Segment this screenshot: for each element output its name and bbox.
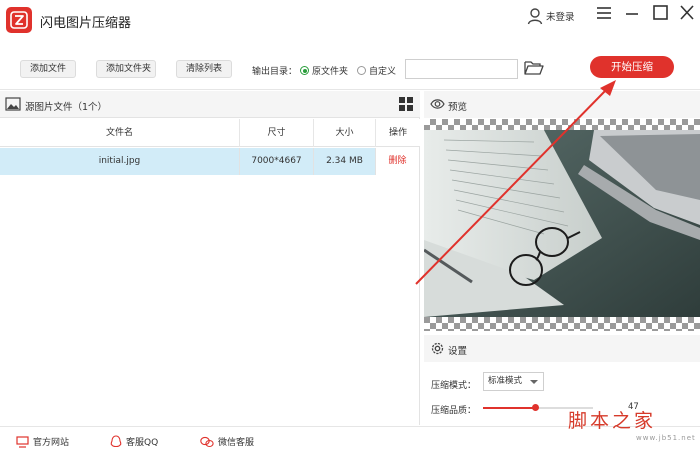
watermark-url: www.jb51.net <box>636 434 696 442</box>
wechat-support-link[interactable]: 微信客服 <box>200 435 254 448</box>
watermark-title: 脚本之家 <box>568 410 657 432</box>
wechat-support-label: 微信客服 <box>218 438 255 448</box>
browse-folder-button[interactable] <box>523 58 545 78</box>
qq-support-link[interactable]: 客服QQ <box>110 435 158 448</box>
preview-image <box>424 130 700 317</box>
radio-dot <box>357 66 366 75</box>
minimize-icon <box>626 13 638 15</box>
user-login[interactable]: 未登录 <box>527 6 575 26</box>
compress-mode-value: 标准模式 <box>488 376 523 386</box>
app-title: 闪电图片压缩器 <box>40 16 132 31</box>
compress-mode-label: 压缩模式： <box>431 381 477 391</box>
quality-slider-thumb[interactable] <box>531 404 539 411</box>
app-logo-icon <box>6 7 32 33</box>
user-icon <box>527 8 543 25</box>
official-website-label: 官方网站 <box>33 438 70 448</box>
gear-icon <box>431 342 444 355</box>
compress-mode-select[interactable]: 标准模式 <box>483 372 544 391</box>
file-dimensions-cell: 7000*4667 <box>240 148 314 175</box>
official-website-link[interactable]: 官方网站 <box>16 435 69 448</box>
compress-quality-label: 压缩品质： <box>431 406 477 416</box>
add-file-button[interactable]: 添加文件 <box>20 60 76 78</box>
file-list-title: 源图片文件（1个） <box>25 102 108 113</box>
close-icon <box>680 5 694 20</box>
preview-header: 预览 <box>424 91 700 118</box>
radio-original-label: 原文件夹 <box>312 67 349 77</box>
user-login-label: 未登录 <box>546 12 575 23</box>
radio-custom-folder[interactable]: 自定义 <box>357 64 396 77</box>
grid-view-icon[interactable] <box>399 97 413 111</box>
folder-open-icon <box>524 61 544 75</box>
radio-custom-label: 自定义 <box>369 67 397 77</box>
image-icon <box>5 97 21 111</box>
output-dir-label: 输出目录： <box>252 67 298 77</box>
delete-file-link[interactable]: 删除 <box>376 148 420 175</box>
radio-original-folder[interactable]: 原文件夹 <box>300 64 348 77</box>
add-folder-button[interactable]: 添加文件夹 <box>96 60 156 78</box>
toolbar: 添加文件 添加文件夹 清除列表 输出目录： 原文件夹 自定义 开始压缩 <box>0 40 700 90</box>
title-bar: 闪电图片压缩器 未登录 <box>0 0 700 40</box>
maximize-button[interactable] <box>650 4 670 22</box>
column-header-size: 大小 <box>314 119 376 147</box>
close-button[interactable] <box>677 4 697 22</box>
qq-support-label: 客服QQ <box>126 438 159 448</box>
file-list-header: 源图片文件（1个） <box>0 91 420 118</box>
right-panel: 预览 设置 压缩模式： 标准模式 压缩品质： 47 <box>424 91 700 425</box>
menu-button[interactable] <box>594 4 614 22</box>
file-size-cell: 2.34 MB <box>314 148 376 175</box>
clear-list-button[interactable]: 清除列表 <box>176 60 232 78</box>
wechat-icon <box>200 436 214 447</box>
column-header-action: 操作 <box>388 128 407 138</box>
file-name-cell: initial.jpg <box>0 148 240 175</box>
watermark: 脚本之家 www.jb51.net <box>568 406 695 442</box>
settings-header: 设置 <box>424 335 700 362</box>
hamburger-icon <box>597 7 611 19</box>
file-table-header: 文件名 尺寸 大小 操作 <box>0 119 420 147</box>
minimize-button[interactable] <box>622 4 642 22</box>
radio-dot <box>300 66 309 75</box>
quality-slider-fill <box>483 407 535 409</box>
settings-title: 设置 <box>448 346 468 357</box>
column-header-dimensions: 尺寸 <box>240 119 314 147</box>
preview-title: 预览 <box>448 102 468 113</box>
output-path-input[interactable] <box>405 59 518 79</box>
start-compress-button[interactable]: 开始压缩 <box>590 56 674 78</box>
preview-area <box>424 119 700 331</box>
qq-icon <box>110 435 122 448</box>
eye-icon <box>430 99 445 109</box>
maximize-icon <box>653 5 668 20</box>
chevron-down-icon <box>530 380 538 384</box>
monitor-icon <box>16 435 29 448</box>
file-list-panel: 源图片文件（1个） 文件名 尺寸 大小 操作 initial.jpg 7000*… <box>0 91 420 425</box>
table-row[interactable]: initial.jpg 7000*4667 2.34 MB 删除 <box>0 148 420 175</box>
column-header-name: 文件名 <box>0 119 240 147</box>
